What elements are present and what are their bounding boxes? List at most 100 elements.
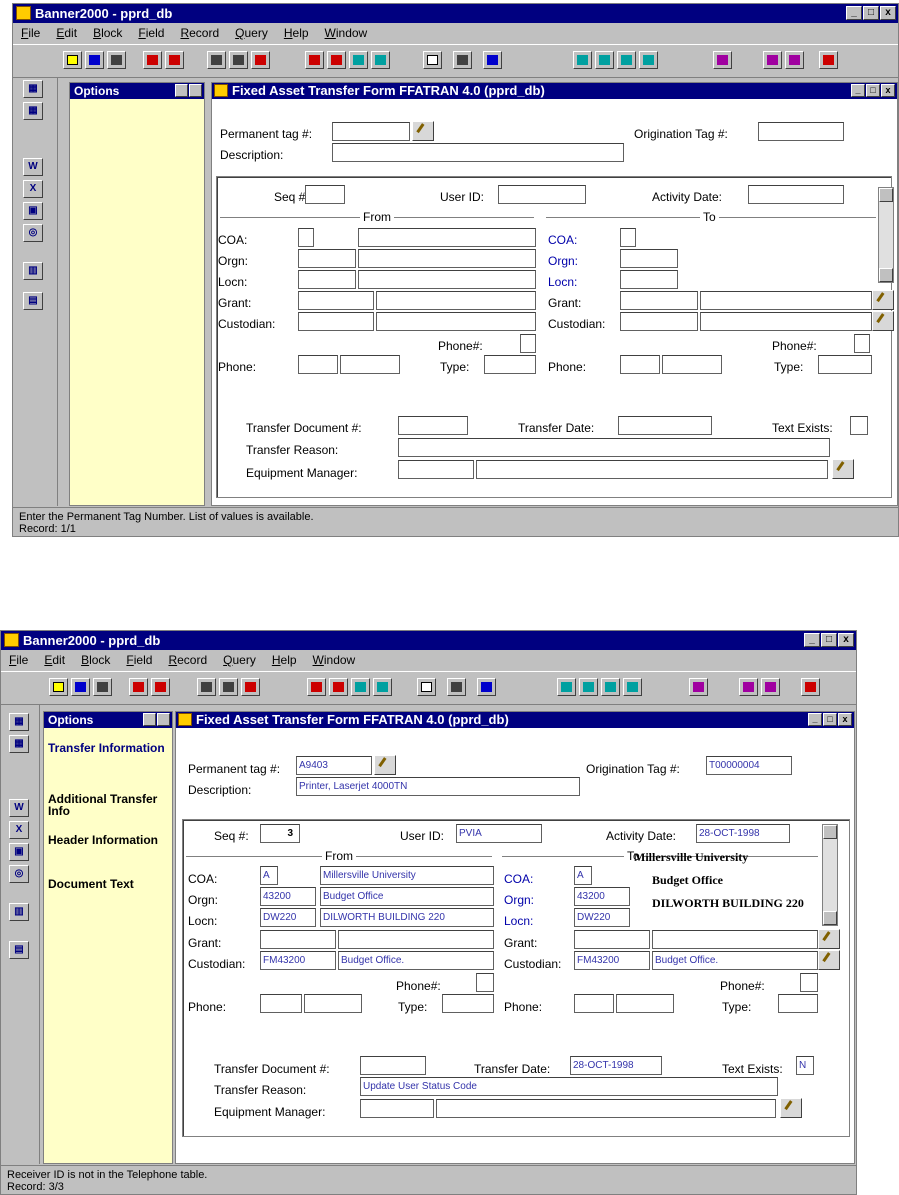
transfer-reason-field[interactable]: Update User Status Code [360,1077,778,1096]
globe-icon[interactable]: ◎ [23,224,43,242]
option-header-information[interactable]: Header Information [48,834,172,846]
report-icon[interactable]: ▥ [9,903,29,921]
navigation-icon-2[interactable] [595,51,614,69]
from-phone-num-field[interactable] [520,334,536,353]
menu-window[interactable]: Window [325,24,368,42]
origination-tag-field[interactable] [758,122,844,141]
to-type-field[interactable] [778,994,818,1013]
window-icon[interactable] [713,51,732,69]
permanent-tag-field[interactable]: A9403 [296,756,372,775]
menu-help[interactable]: Help [284,24,309,42]
next-block-icon[interactable] [165,51,184,69]
to-phone-number-field[interactable] [616,994,674,1013]
minimize-button[interactable]: _ [804,633,820,647]
form-close-button[interactable]: x [838,713,852,726]
from-custodian-field[interactable] [298,312,374,331]
rollback-icon[interactable] [71,678,90,696]
from-phone-area-field[interactable] [260,994,302,1013]
equipment-manager-id-field[interactable] [360,1099,434,1118]
calculator-icon[interactable]: ▦ [9,713,29,731]
execute-query-icon[interactable] [219,678,238,696]
mail-icon[interactable]: ▣ [9,843,29,861]
navigation-icon-4[interactable] [623,678,642,696]
menu-field[interactable]: Field [138,24,164,42]
to-coa-field[interactable]: A [574,866,592,885]
excel-icon[interactable]: X [23,180,43,198]
record-scrollbar[interactable] [822,824,838,926]
scroll-down-icon[interactable] [879,268,893,282]
to-locn-field[interactable]: DW220 [574,908,630,927]
activity-date-field[interactable] [748,185,844,204]
from-orgn-field[interactable]: 43200 [260,887,316,906]
globe-icon[interactable]: ◎ [9,865,29,883]
maximize-button[interactable]: □ [863,6,879,20]
from-coa-field[interactable] [298,228,314,247]
to-phone-area-field[interactable] [620,355,660,374]
exit-icon[interactable] [107,51,126,69]
record-scrollbar[interactable] [878,187,894,283]
duplicate-record-icon[interactable] [351,678,370,696]
navigation-icon-3[interactable] [617,51,636,69]
execute-query-icon[interactable] [229,51,248,69]
menu-block[interactable]: Block [93,24,122,42]
equipment-manager-lov-button[interactable] [832,459,854,479]
navigation-icon-1[interactable] [573,51,592,69]
from-phone-number-field[interactable] [340,355,400,374]
edit-icon[interactable] [423,51,442,69]
cancel-query-icon[interactable] [251,51,270,69]
online-help-icon[interactable] [761,678,780,696]
navigation-icon-1[interactable] [557,678,576,696]
scroll-up-icon[interactable] [879,188,893,202]
menu-window[interactable]: Window [313,651,356,669]
insert-record-icon[interactable] [307,678,326,696]
to-phone-num-field[interactable] [800,973,818,992]
duplicate-record-icon[interactable] [349,51,368,69]
menu-edit[interactable]: Edit [44,651,65,669]
clear-record-icon[interactable] [371,51,390,69]
option-additional-transfer-info[interactable]: Additional Transfer Info [48,793,172,817]
to-grant-lov-button[interactable] [818,929,840,949]
user-id-field[interactable] [498,185,586,204]
save-icon[interactable] [49,678,68,696]
from-custodian-field[interactable]: FM43200 [260,951,336,970]
from-phone-number-field[interactable] [304,994,362,1013]
menu-edit[interactable]: Edit [56,24,77,42]
word-icon[interactable]: W [23,158,43,176]
equipment-manager-id-field[interactable] [398,460,474,479]
seq-field[interactable] [305,185,345,204]
to-phone-number-field[interactable] [662,355,722,374]
menu-help[interactable]: Help [272,651,297,669]
books-icon[interactable] [763,51,782,69]
form-minimize-button[interactable]: _ [851,84,865,97]
exit-app-icon[interactable] [819,51,838,69]
permanent-tag-lov-button[interactable] [412,121,434,141]
word-icon[interactable]: W [9,799,29,817]
exit-icon[interactable] [93,678,112,696]
from-phone-num-field[interactable] [476,973,494,992]
to-grant-lov-button[interactable] [872,290,894,310]
menu-query[interactable]: Query [235,24,268,42]
from-type-field[interactable] [442,994,494,1013]
transfer-document-field[interactable] [398,416,468,435]
from-locn-field[interactable] [298,270,356,289]
transfer-date-field[interactable] [618,416,712,435]
description-field[interactable]: Printer, Laserjet 4000TN [296,777,580,796]
to-locn-field[interactable] [620,270,678,289]
to-custodian-lov-button[interactable] [872,311,894,331]
menu-block[interactable]: Block [81,651,110,669]
navigation-icon-3[interactable] [601,678,620,696]
cancel-query-icon[interactable] [241,678,260,696]
menu-field[interactable]: Field [126,651,152,669]
form-minimize-button[interactable]: _ [808,713,822,726]
permanent-tag-lov-button[interactable] [374,755,396,775]
maximize-button[interactable]: □ [821,633,837,647]
to-custodian-lov-button[interactable] [818,950,840,970]
description-field[interactable] [332,143,624,162]
delete-record-icon[interactable] [327,51,346,69]
scroll-up-icon[interactable] [823,825,837,839]
books-icon[interactable] [739,678,758,696]
transfer-document-field[interactable] [360,1056,426,1075]
report-icon[interactable]: ▥ [23,262,43,280]
menu-query[interactable]: Query [223,651,256,669]
user-id-field[interactable]: PVIA [456,824,542,843]
